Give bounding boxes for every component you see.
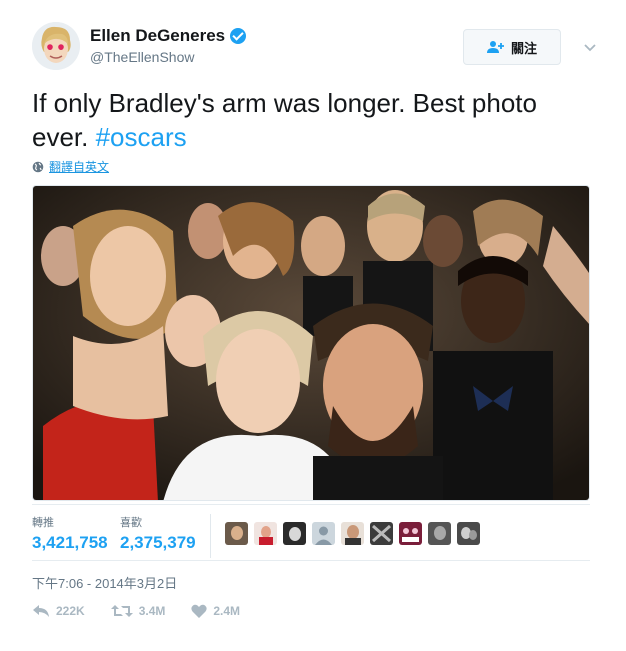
stats-divider bbox=[210, 514, 211, 558]
liker-avatar[interactable] bbox=[370, 522, 393, 545]
user-info: Ellen DeGeneres @TheEllenShow bbox=[90, 26, 247, 65]
verified-badge-icon bbox=[230, 28, 247, 44]
divider bbox=[32, 504, 590, 505]
liker-avatar[interactable] bbox=[283, 522, 306, 545]
translate-label: 翻譯自英文 bbox=[49, 160, 110, 174]
heart-icon bbox=[191, 604, 208, 618]
tweet-photo[interactable] bbox=[32, 185, 590, 501]
retweet-count: 3.4M bbox=[138, 604, 166, 618]
liker-avatar[interactable] bbox=[341, 522, 364, 545]
liker-avatars bbox=[225, 522, 480, 545]
follow-button[interactable]: 關注 bbox=[463, 29, 561, 65]
likes-label: 喜歡 bbox=[120, 517, 142, 529]
reply-count: 222K bbox=[56, 604, 85, 618]
retweet-button[interactable]: 3.4M bbox=[110, 604, 166, 618]
liker-avatar[interactable] bbox=[428, 522, 451, 545]
reply-button[interactable]: 222K bbox=[32, 604, 85, 618]
like-button[interactable]: 2.4M bbox=[191, 604, 240, 618]
tweet-timestamp[interactable]: 下午7:06 - 2014年3月2日 bbox=[32, 573, 177, 592]
retweet-icon bbox=[110, 605, 133, 617]
follow-button-label: 關注 bbox=[510, 40, 537, 56]
tweet-stats: 轉推 3,421,758 喜歡 2,375,379 bbox=[32, 514, 590, 562]
chevron-down-icon[interactable] bbox=[580, 37, 600, 57]
tweet-header: Ellen DeGeneres @TheEllenShow 關注 bbox=[32, 22, 602, 78]
like-count: 2.4M bbox=[213, 604, 241, 618]
add-user-icon bbox=[486, 41, 504, 53]
retweets-stat[interactable]: 轉推 3,421,758 bbox=[32, 514, 108, 553]
retweets-label: 轉推 bbox=[32, 517, 54, 529]
user-handle[interactable]: @TheEllenShow bbox=[90, 49, 246, 65]
translate-link[interactable]: 翻譯自英文 bbox=[32, 158, 109, 175]
likes-count: 2,375,379 bbox=[120, 533, 196, 552]
liker-avatar[interactable] bbox=[312, 522, 335, 545]
liker-avatar[interactable] bbox=[254, 522, 277, 545]
likes-stat[interactable]: 喜歡 2,375,379 bbox=[120, 514, 196, 553]
tweet-actions: 222K 3.4M 2.4M bbox=[32, 604, 266, 618]
liker-avatar[interactable] bbox=[457, 522, 480, 545]
retweets-count: 3,421,758 bbox=[32, 533, 108, 552]
avatar[interactable] bbox=[32, 22, 80, 70]
reply-icon bbox=[33, 605, 49, 617]
hashtag-link[interactable]: #oscars bbox=[96, 122, 187, 152]
divider bbox=[32, 560, 590, 561]
liker-avatar[interactable] bbox=[225, 522, 248, 545]
tweet-text: If only Bradley's arm was longer. Best p… bbox=[32, 86, 592, 154]
globe-icon bbox=[32, 161, 44, 172]
display-name[interactable]: Ellen DeGeneres bbox=[90, 26, 225, 46]
liker-avatar[interactable] bbox=[399, 522, 422, 545]
